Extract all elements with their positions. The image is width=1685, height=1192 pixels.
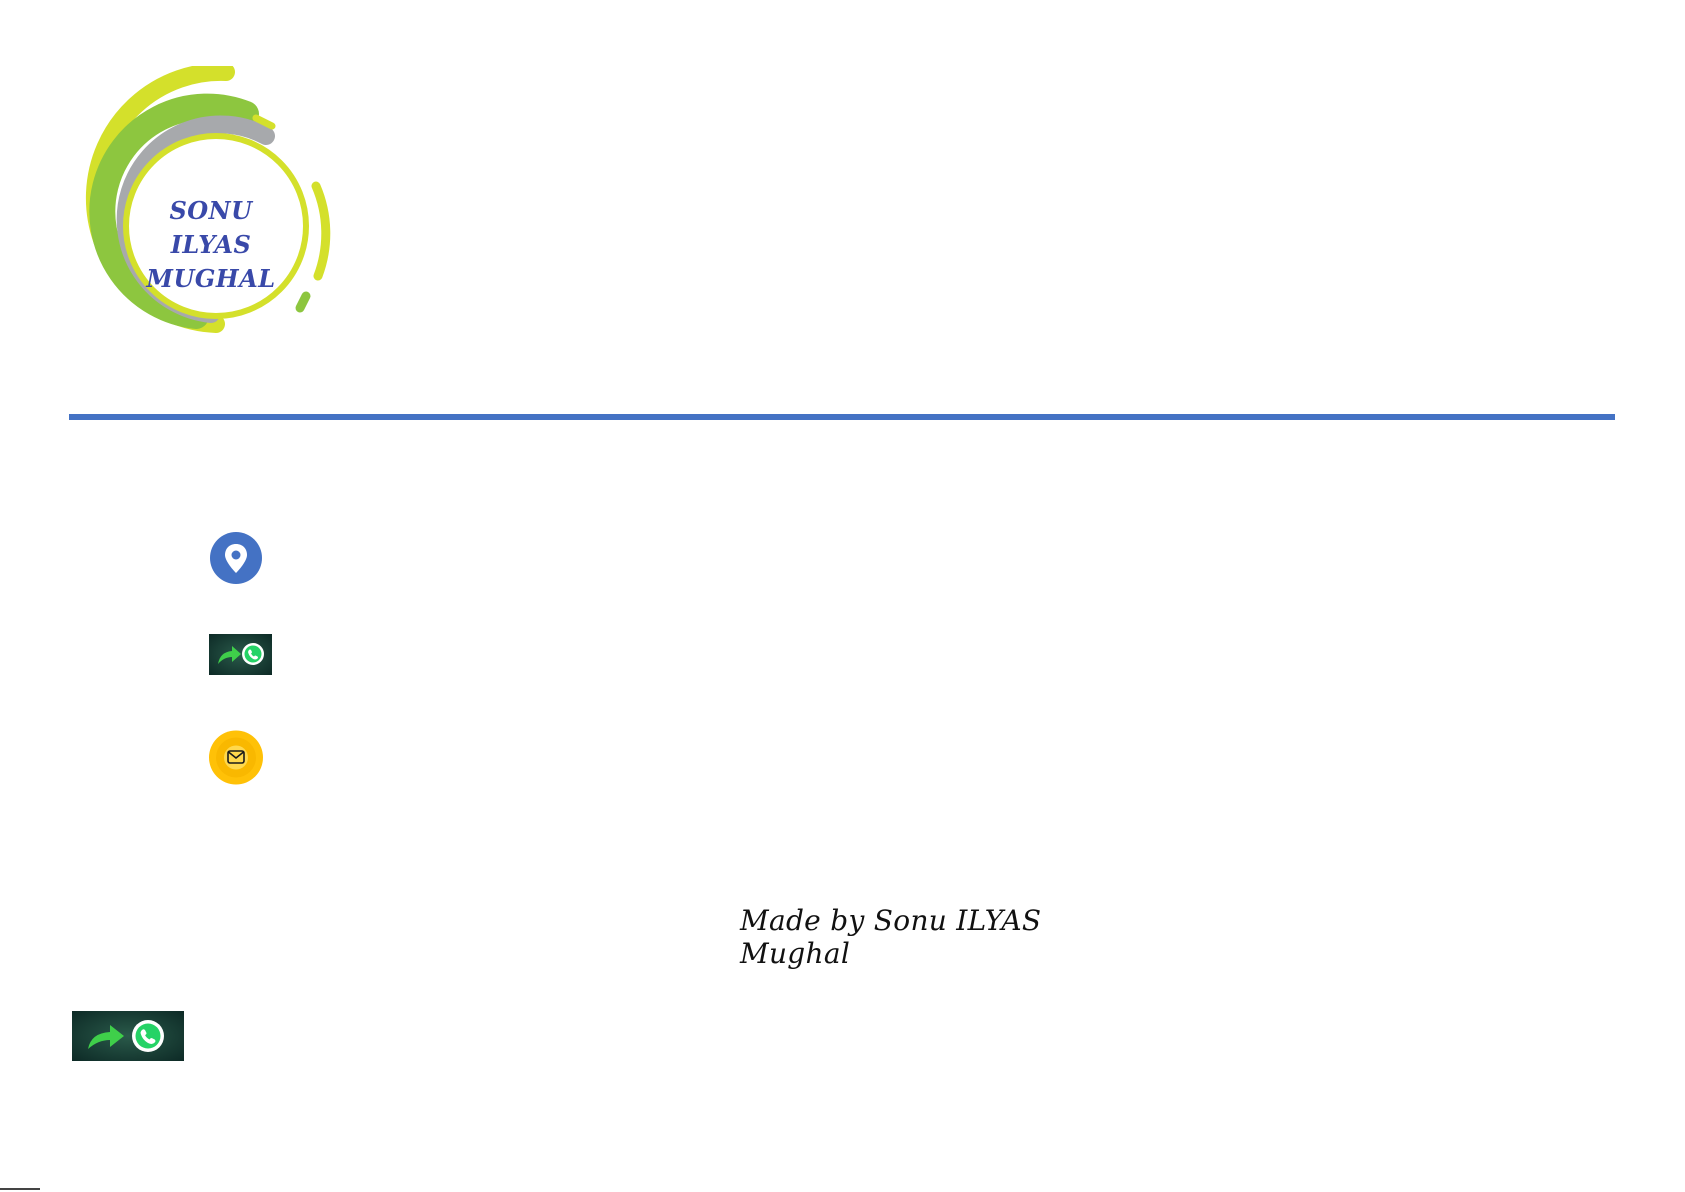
header-divider [69, 414, 1615, 420]
page-corner-mark [0, 1188, 40, 1190]
brand-logo: SONU ILYAS MUGHAL [66, 66, 346, 336]
logo-line-2: MUGHAL [146, 264, 276, 293]
signature-text: Made by Sonu ILYAS Mughal [740, 904, 1042, 970]
mail-icon [207, 729, 265, 786]
logo-line-1: SONU ILYAS [169, 196, 253, 259]
logo-text: SONU ILYAS MUGHAL [126, 194, 296, 296]
whatsapp-share-button-icon[interactable] [72, 1011, 184, 1061]
location-pin-icon [208, 530, 264, 586]
whatsapp-share-icon[interactable] [209, 634, 272, 675]
